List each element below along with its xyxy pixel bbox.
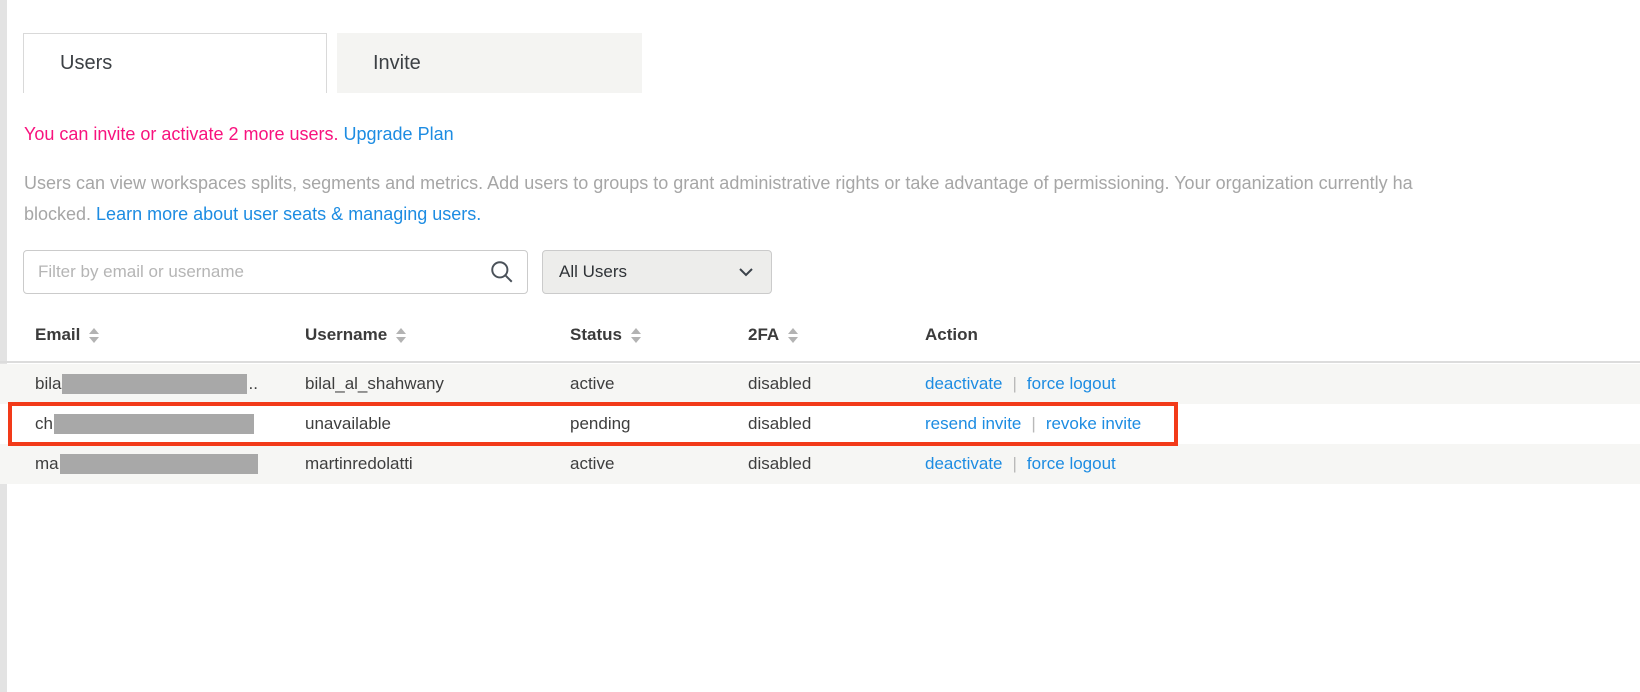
tab-invite[interactable]: Invite [337,33,642,93]
tab-users-label: Users [60,52,112,75]
redaction-bar [62,374,247,394]
action-cell: deactivate | force logout [925,364,1116,404]
column-header-2fa-label: 2FA [748,325,779,345]
action-separator: | [1013,374,1017,394]
user-management-page: Users Invite You can invite or activate … [0,0,1640,692]
username-cell: bilal_al_shahwany [305,364,444,404]
status-cell: pending [570,404,631,444]
table-header-divider [0,361,1640,363]
status-cell: active [570,444,614,484]
seat-limit-message: You can invite or activate 2 more users. [24,124,339,144]
sort-icon-email[interactable] [89,328,99,343]
twofa-cell: disabled [748,364,811,404]
email-prefix: ch [35,414,53,434]
description-line1: Users can view workspaces splits, segmen… [24,168,1640,199]
twofa-cell: disabled [748,404,811,444]
chevron-down-icon [737,263,755,281]
search-icon[interactable] [489,259,515,285]
column-header-status: Status [570,325,641,345]
seat-limit-notice: You can invite or activate 2 more users.… [24,124,454,145]
column-header-status-label: Status [570,325,622,345]
force-logout-link[interactable]: force logout [1027,374,1116,394]
upgrade-plan-link[interactable]: Upgrade Plan [344,124,454,144]
resend-invite-link[interactable]: resend invite [925,414,1021,434]
filter-input[interactable] [24,262,489,282]
action-cell: resend invite | revoke invite [925,404,1141,444]
table-row: bila.. bilal_al_shahwany active disabled… [0,364,1640,404]
column-header-username: Username [305,325,406,345]
deactivate-link[interactable]: deactivate [925,454,1003,474]
learn-more-link[interactable]: Learn more about user seats & managing u… [96,204,481,224]
description-paragraph: Users can view workspaces splits, segmen… [24,168,1640,230]
user-filter-dropdown[interactable]: All Users [542,250,772,294]
column-header-action-label: Action [925,325,978,345]
action-separator: | [1013,454,1017,474]
email-prefix: ma [35,454,59,474]
description-line2-text: blocked. [24,204,96,224]
table-header: Email Username Status 2FA Action [0,315,1640,362]
email-prefix: bila [35,374,61,394]
tab-invite-label: Invite [373,52,421,75]
action-separator: | [1031,414,1035,434]
email-cell: ch [35,404,255,444]
sort-icon-status[interactable] [631,328,641,343]
table-row: ch unavailable pending disabled resend i… [0,404,1640,444]
filter-input-container [23,250,528,294]
email-cell: bila.. [35,364,258,404]
username-cell: martinredolatti [305,444,413,484]
action-cell: deactivate | force logout [925,444,1116,484]
column-header-2fa: 2FA [748,325,798,345]
column-header-username-label: Username [305,325,387,345]
sort-icon-username[interactable] [396,328,406,343]
revoke-invite-link[interactable]: revoke invite [1046,414,1141,434]
column-header-action: Action [925,325,978,345]
sort-icon-2fa[interactable] [788,328,798,343]
user-filter-dropdown-value: All Users [559,262,627,282]
email-cell: ma [35,444,259,484]
redaction-bar [60,454,258,474]
tab-users[interactable]: Users [23,33,327,93]
twofa-cell: disabled [748,444,811,484]
email-suffix: .. [248,374,257,394]
status-cell: active [570,364,614,404]
deactivate-link[interactable]: deactivate [925,374,1003,394]
column-header-email: Email [35,325,99,345]
force-logout-link[interactable]: force logout [1027,454,1116,474]
table-row: ma martinredolatti active disabled deact… [0,444,1640,484]
redaction-bar [54,414,254,434]
column-header-email-label: Email [35,325,80,345]
username-cell: unavailable [305,404,391,444]
